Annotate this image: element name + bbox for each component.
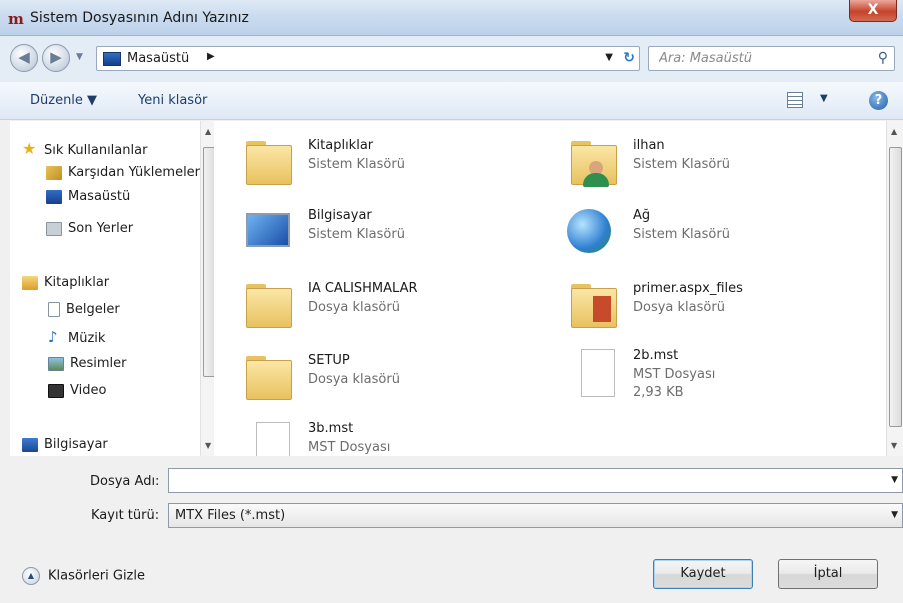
scroll-down-icon[interactable]: ▼: [205, 441, 211, 450]
app-icon: m: [8, 10, 24, 28]
search-input[interactable]: [657, 47, 867, 69]
list-item-kitapliklar[interactable]: Kitaplıklar Sistem Klasörü: [234, 133, 534, 193]
network-icon: [559, 203, 619, 263]
sidebar-item-recent-places[interactable]: Son Yerler: [46, 218, 133, 240]
save-button[interactable]: Kaydet: [653, 559, 753, 589]
recent-places-icon: [46, 221, 62, 236]
desktop-icon: [46, 189, 62, 204]
sidebar-item-video[interactable]: Video: [48, 380, 106, 402]
scroll-up-icon[interactable]: ▲: [205, 127, 211, 136]
title-bar: m Sistem Dosyasının Adını Yazınız X: [0, 0, 903, 36]
filetype-dropdown-icon[interactable]: ▼: [891, 510, 898, 520]
scroll-up-icon[interactable]: ▲: [891, 127, 897, 136]
save-file-dialog: m Sistem Dosyasının Adını Yazınız X ◀ ▶ …: [0, 0, 903, 603]
organize-menu[interactable]: Düzenle ▼: [30, 93, 97, 108]
window-title: Sistem Dosyasının Adını Yazınız: [30, 10, 249, 26]
downloads-icon: [46, 165, 62, 180]
list-item-2b-mst[interactable]: 2b.mst MST Dosyası 2,93 KB: [559, 343, 859, 403]
scroll-down-icon[interactable]: ▼: [891, 441, 897, 450]
filetype-label: Kayıt türü:: [91, 508, 160, 523]
filename-input[interactable]: [175, 469, 875, 491]
view-dropdown-icon[interactable]: ▼: [820, 93, 828, 104]
desktop-icon: [103, 52, 121, 66]
list-item-ag[interactable]: Ağ Sistem Klasörü: [559, 203, 859, 263]
new-folder-button[interactable]: Yeni klasör: [138, 93, 207, 108]
close-button[interactable]: X: [849, 0, 897, 22]
filename-combobox[interactable]: ▼: [168, 468, 903, 493]
filename-label: Dosya Adı:: [90, 474, 160, 489]
hide-folders-toggle[interactable]: ▲ Klasörleri Gizle: [22, 567, 145, 585]
filetype-select[interactable]: MTX Files (*.mst) ▼: [168, 503, 903, 528]
sidebar-item-desktop[interactable]: Masaüstü: [46, 186, 130, 208]
sidebar-item-documents[interactable]: Belgeler: [48, 299, 120, 321]
sidebar-item-computer[interactable]: Bilgisayar: [22, 434, 108, 456]
search-icon[interactable]: ⚲: [878, 50, 888, 66]
folder-icon: [559, 276, 619, 336]
file-list-scroll-thumb[interactable]: [889, 147, 902, 427]
user-folder-icon: [559, 133, 619, 193]
file-icon: [559, 343, 619, 403]
sidebar-item-downloads[interactable]: Karşıdan Yüklemeler: [46, 162, 200, 184]
documents-icon: [48, 302, 60, 317]
hide-folders-label: Klasörleri Gizle: [48, 568, 145, 584]
list-item-ia-calishmalar[interactable]: IA CALISHMALAR Dosya klasörü: [234, 276, 534, 336]
address-dropdown-icon[interactable]: ▼: [605, 52, 613, 63]
address-path[interactable]: Masaüstü: [127, 51, 189, 66]
computer-icon: [234, 203, 294, 263]
libraries-folder-icon: [234, 133, 294, 193]
navigation-bar: ◀ ▶ ▼ Masaüstü ▶ ▼ ↻ ⚲: [0, 36, 903, 82]
chevron-up-icon: ▲: [22, 567, 40, 585]
filetype-value: MTX Files (*.mst): [175, 508, 286, 523]
list-item-ilhan[interactable]: ilhan Sistem Klasörü: [559, 133, 859, 193]
pictures-icon: [48, 356, 64, 371]
list-item-3b-mst[interactable]: 3b.mst MST Dosyası: [234, 416, 534, 456]
file-list: Kitaplıklar Sistem Klasörü ilhan Sistem …: [214, 121, 886, 456]
breadcrumb-arrow-icon[interactable]: ▶: [207, 51, 215, 62]
sidebar-item-favorites[interactable]: ★ Sık Kullanılanlar: [22, 138, 147, 160]
list-item-bilgisayar[interactable]: Bilgisayar Sistem Klasörü: [234, 203, 534, 263]
computer-icon: [22, 437, 38, 452]
back-button[interactable]: ◀: [10, 44, 38, 72]
recent-pages-dropdown-icon[interactable]: ▼: [76, 52, 83, 62]
music-icon: ♪: [48, 328, 58, 346]
list-item-setup[interactable]: SETUP Dosya klasörü: [234, 348, 534, 408]
folder-icon: [234, 276, 294, 336]
sidebar-item-music[interactable]: ♪ Müzik: [48, 326, 105, 348]
folder-icon: [234, 348, 294, 408]
search-box[interactable]: ⚲: [648, 46, 895, 71]
navigation-pane: ★ Sık Kullanılanlar Karşıdan Yüklemeler M…: [10, 121, 217, 456]
toolbar: Düzenle ▼ Yeni klasör ▼ ?: [0, 82, 903, 120]
list-item-primer-aspx-files[interactable]: primer.aspx_files Dosya klasörü: [559, 276, 859, 336]
refresh-icon[interactable]: ↻: [623, 50, 635, 66]
address-bar[interactable]: Masaüstü ▶ ▼ ↻: [96, 46, 640, 71]
sidebar-item-libraries[interactable]: Kitaplıklar: [22, 272, 109, 294]
filename-dropdown-icon[interactable]: ▼: [891, 475, 898, 485]
file-icon: [234, 416, 294, 456]
file-list-scrollbar[interactable]: ▲ ▼: [886, 121, 903, 456]
cancel-button[interactable]: İptal: [778, 559, 878, 589]
video-icon: [48, 383, 64, 398]
star-icon: ★: [22, 139, 37, 158]
help-icon[interactable]: ?: [869, 91, 888, 110]
change-view-icon[interactable]: [787, 92, 803, 108]
forward-button[interactable]: ▶: [42, 44, 70, 72]
libraries-icon: [22, 275, 38, 290]
sidebar-item-pictures[interactable]: Resimler: [48, 353, 126, 375]
